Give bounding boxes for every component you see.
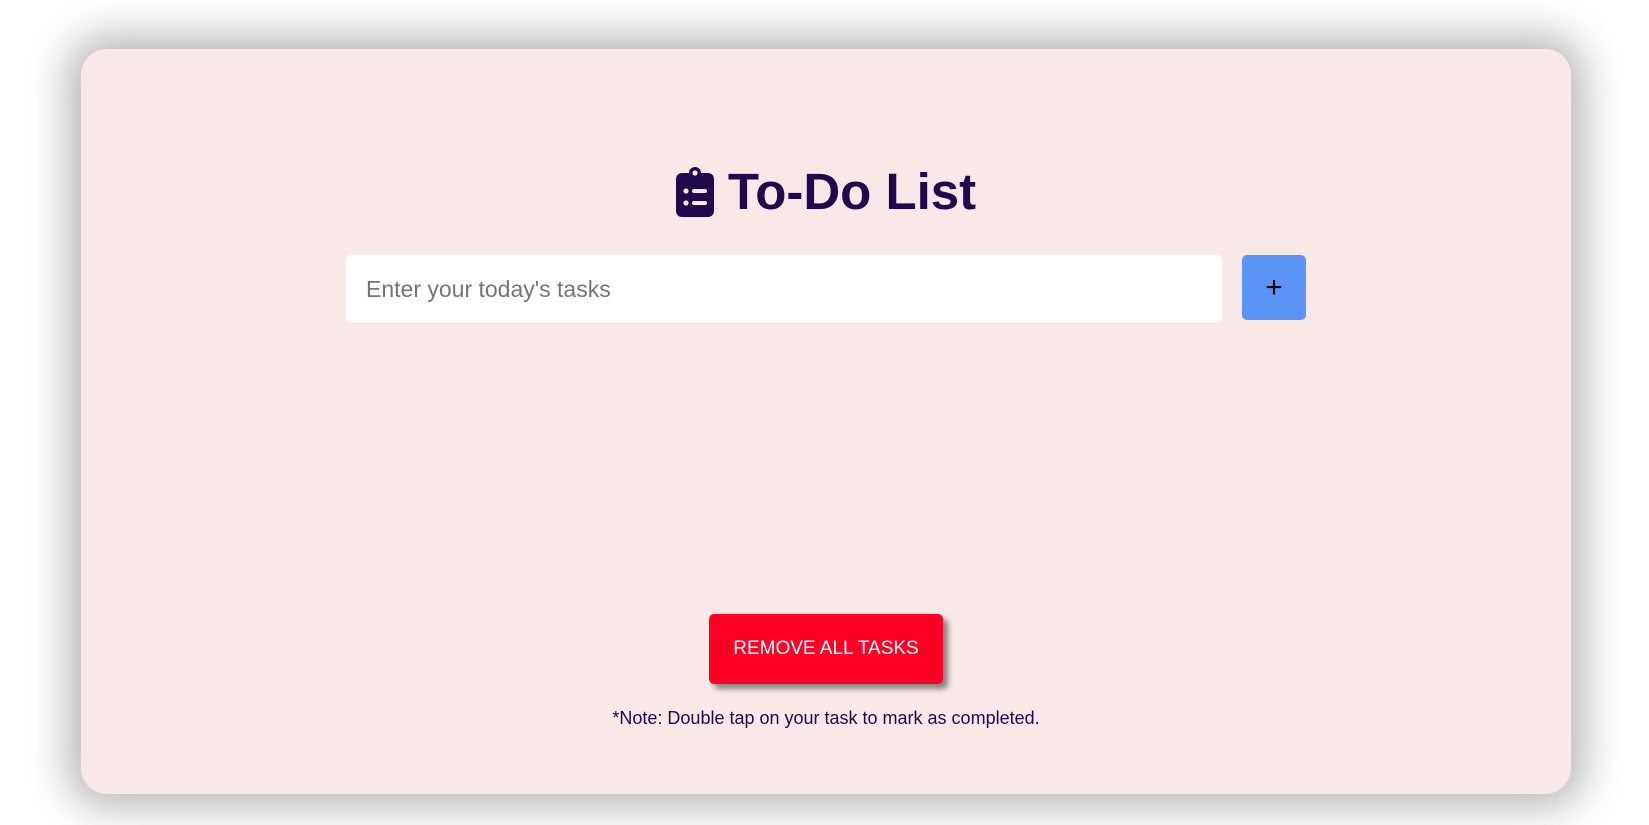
remove-all-tasks-button[interactable]: REMOVE ALL TASKS [709,614,943,684]
completion-note: *Note: Double tap on your task to mark a… [612,708,1040,728]
todo-card: To-Do List + REMOVE ALL TASKS *Note: Dou… [81,49,1571,794]
page-title: To-Do List [727,163,977,220]
add-task-button[interactable]: + [1242,255,1306,320]
task-input[interactable] [346,255,1222,323]
clipboard-list-icon [675,167,714,217]
app-heading: To-Do List [81,162,1571,222]
